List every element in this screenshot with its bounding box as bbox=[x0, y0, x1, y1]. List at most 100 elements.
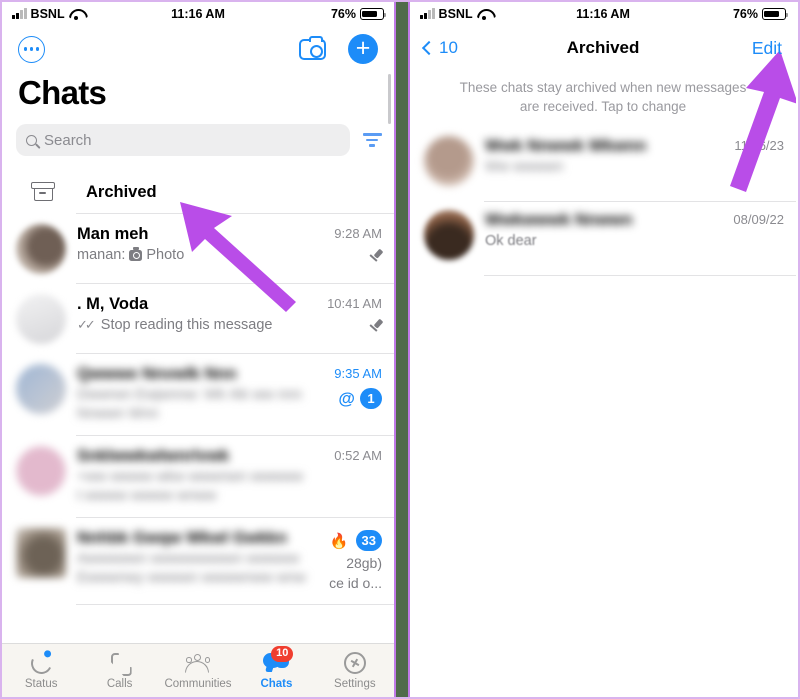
search-row: Search bbox=[2, 124, 394, 156]
screenshot-root: BSNL 11:16 AM 76% + Chats Search Archive… bbox=[0, 0, 800, 699]
archived-note[interactable]: These chats stay archived when new messa… bbox=[410, 70, 796, 128]
unread-badge: 33 bbox=[355, 530, 382, 551]
chat-list-item[interactable]: . M, Voda ✓✓ Stop reading this message 1… bbox=[2, 284, 394, 354]
carrier-label: BSNL bbox=[30, 7, 65, 21]
chat-meta: 08/09/22 bbox=[722, 210, 784, 227]
chevron-left-icon bbox=[421, 40, 437, 56]
tab-status[interactable]: Status bbox=[2, 649, 80, 690]
left-phone-screen: BSNL 11:16 AM 76% + Chats Search Archive… bbox=[2, 2, 394, 697]
tab-settings[interactable]: Settings bbox=[316, 651, 394, 690]
row-separator bbox=[76, 604, 394, 605]
chat-meta: 0:52 AM bbox=[320, 446, 382, 463]
chat-preview: Awwwwwn wwwwwwwwn wwwww bbox=[77, 551, 320, 567]
more-circle-icon[interactable] bbox=[18, 35, 45, 63]
chat-attachment-label: Photo bbox=[146, 247, 185, 263]
row-separator bbox=[484, 275, 796, 277]
chat-text-group: . M, Voda ✓✓ Stop reading this message bbox=[77, 294, 320, 333]
chat-list-item[interactable]: Nnhbk Gwqw Wkwl Gwkkn Awwwwwn wwwwwwwwn … bbox=[2, 518, 394, 605]
avatar bbox=[424, 210, 474, 261]
chat-name: Snklwwkwlwnrlvwk bbox=[77, 447, 230, 465]
photo-attachment-icon bbox=[129, 247, 143, 261]
battery-icon bbox=[762, 8, 789, 20]
edit-button[interactable]: Edit bbox=[752, 38, 782, 59]
cellular-signal-icon bbox=[420, 8, 435, 19]
archived-chat-item[interactable]: Wwk Nnwwk Wkwnn Ww wwwwn 11/06/23 bbox=[410, 128, 796, 203]
archived-row[interactable]: Archived bbox=[2, 170, 394, 214]
chat-text-group: Wwk Nnwwk Wkwnn Ww wwwwn bbox=[485, 136, 722, 175]
chat-text-group: Man meh manan: Photo bbox=[77, 224, 320, 263]
chat-message-text-2: t wwww wwww wnww bbox=[77, 488, 217, 504]
tab-communities[interactable]: Communities bbox=[159, 651, 237, 690]
chat-text-group: Nnhbk Gwqw Wkwl Gwkkn Awwwwwn wwwwwwwwn … bbox=[77, 528, 320, 586]
chat-message-text: Stop reading this message bbox=[100, 317, 273, 333]
chat-message-text: Dwwrwn Ewjwnnw: Wk rkk ww nnn bbox=[77, 387, 302, 403]
tab-unread-badge: 10 bbox=[271, 646, 294, 662]
chat-time: 9:35 AM bbox=[334, 366, 382, 381]
archived-nav-bar: 10 Archived Edit bbox=[410, 26, 796, 70]
right-phone-screen: BSNL 11:16 AM 76% 10 Archived Edit These… bbox=[410, 2, 796, 697]
chat-name: Nnhbk Gwqw Wkwl Gwkkn bbox=[77, 529, 287, 547]
new-chat-button[interactable]: + bbox=[348, 34, 378, 64]
bottom-tab-bar: Status Calls Communities 10 Chats Settin… bbox=[2, 643, 394, 697]
page-title: Chats bbox=[18, 74, 107, 111]
search-input[interactable]: Search bbox=[16, 124, 350, 156]
chat-list-item[interactable]: Qwwwe Nnvwlk Nnn Dwwrwn Ewjwnnw: Wk rkk … bbox=[2, 354, 394, 436]
carrier-label: BSNL bbox=[438, 7, 473, 21]
tab-label: Settings bbox=[334, 678, 376, 690]
chat-message-tail: ce id o... bbox=[329, 575, 382, 591]
chat-bubbles-icon: 10 bbox=[261, 646, 294, 675]
avatar bbox=[16, 364, 66, 414]
chat-preview: Dwwrwn Ewjwnnw: Wk rkk ww nnn bbox=[77, 387, 320, 403]
chat-preview-line2: t wwww wwww wnww bbox=[77, 488, 320, 504]
chat-sender: manan: bbox=[77, 247, 126, 263]
archived-chat-list: Wwk Nnwwk Wkwnn Ww wwwwn 11/06/23 Wwkwww… bbox=[410, 128, 796, 277]
phone-icon bbox=[105, 651, 135, 675]
scrollbar-indicator[interactable] bbox=[387, 74, 391, 124]
search-placeholder: Search bbox=[44, 131, 92, 149]
cellular-signal-icon bbox=[12, 8, 27, 19]
status-bar-right: BSNL 11:16 AM 76% bbox=[410, 2, 796, 26]
wifi-icon bbox=[477, 9, 492, 21]
back-label: 10 bbox=[439, 38, 458, 57]
back-button[interactable]: 10 bbox=[421, 38, 458, 58]
tab-label: Calls bbox=[106, 678, 133, 690]
avatar bbox=[424, 136, 474, 187]
chat-list-item[interactable]: Man meh manan: Photo 9:28 AM bbox=[2, 214, 394, 284]
panel-divider bbox=[394, 2, 410, 697]
chat-message-text: Ww wwwwn bbox=[485, 159, 564, 176]
chat-preview-line2: Nnwwn Wnn bbox=[77, 406, 320, 422]
chat-meta: 10:41 AM bbox=[320, 294, 382, 332]
left-nav-row: + bbox=[2, 26, 394, 72]
status-bar-right-group: 76% bbox=[331, 7, 387, 21]
battery-percent-label: 76% bbox=[732, 7, 758, 21]
chat-time: 9:28 AM bbox=[334, 226, 382, 241]
status-bar-right-group: 76% bbox=[732, 7, 789, 21]
chat-message-text: Ok dear bbox=[485, 233, 537, 250]
page-title: Archived bbox=[566, 38, 640, 57]
filter-icon[interactable] bbox=[362, 132, 382, 148]
archived-chat-item[interactable]: Wwkwwwk Nnwwn Ok dear 08/09/22 bbox=[410, 202, 796, 277]
gear-icon bbox=[340, 651, 370, 675]
chat-message-text: Awwwwwn wwwwwwwwn wwwww bbox=[77, 551, 300, 567]
chat-meta: 🔥 33 28gb) ce id o... bbox=[320, 528, 382, 591]
read-receipt-icon: ✓✓ bbox=[77, 317, 96, 332]
unread-badge: 1 bbox=[360, 388, 382, 409]
chat-time: 10:41 AM bbox=[327, 296, 382, 311]
chat-name: . M, Voda bbox=[77, 295, 149, 313]
chat-name: Qwwwe Nnvwlk Nnn bbox=[77, 365, 237, 383]
tab-label: Chats bbox=[260, 678, 293, 690]
status-bar-left: BSNL 11:16 AM 76% bbox=[2, 2, 394, 26]
mention-icon: @ bbox=[338, 388, 355, 408]
chat-meta: 9:35 AM @ 1 bbox=[320, 364, 382, 409]
tab-chats[interactable]: 10 Chats bbox=[237, 646, 315, 690]
chat-name: Man meh bbox=[77, 225, 149, 243]
chat-list-item[interactable]: Snklwwkwlwnrlvwk +ww wwww wkw wwwnwn www… bbox=[2, 436, 394, 518]
chat-name: Wwk Nnwwk Wkwnn bbox=[485, 137, 647, 156]
chat-time: 0:52 AM bbox=[334, 448, 382, 463]
fire-emoji-icon: 🔥 bbox=[329, 532, 349, 550]
battery-icon bbox=[360, 8, 387, 20]
camera-icon[interactable] bbox=[299, 35, 326, 60]
chat-text-group: Snklwwkwlwnrlvwk +ww wwww wkw wwwnwn www… bbox=[77, 446, 320, 504]
chat-badge-group: 🔥 33 bbox=[330, 530, 382, 551]
tab-calls[interactable]: Calls bbox=[80, 651, 158, 690]
